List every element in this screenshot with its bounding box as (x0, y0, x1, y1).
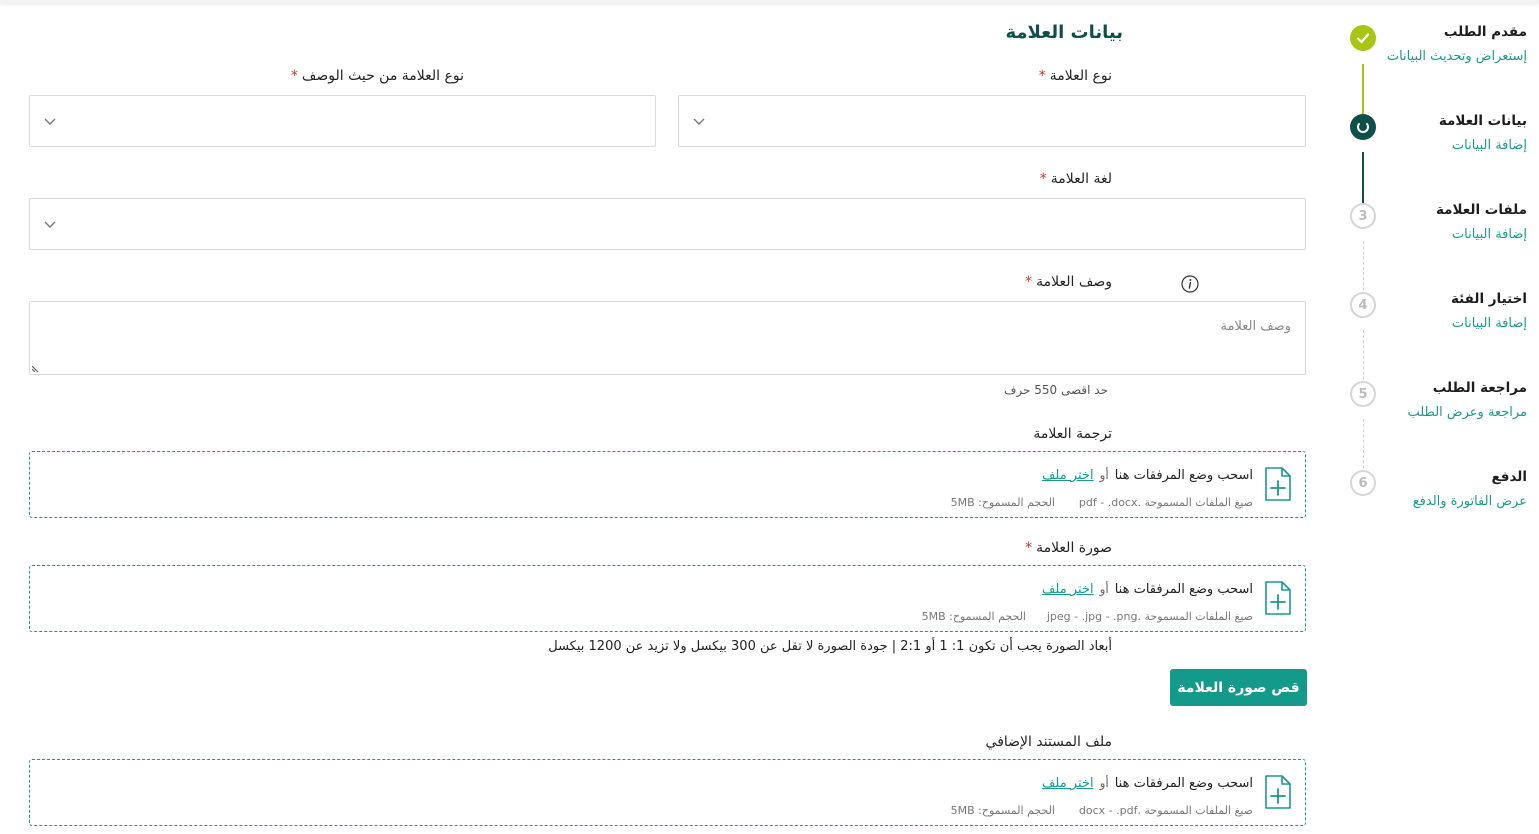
resize-grip-icon[interactable] (32, 364, 40, 372)
allowed-size: الحجم المسموح: 5MB (950, 804, 1055, 817)
step-subtitle: عرض الفاتورة والدفع (1412, 494, 1527, 509)
allowed-size: الحجم المسموح: 5MB (950, 496, 1055, 509)
extra-document-dropzone[interactable]: اسحب وضع المرفقات هناأواختر ملف صيغ المل… (29, 759, 1306, 826)
step-number: 6 (1350, 470, 1376, 496)
allowed-formats: صيغ الملفات المسموحة .docx - .pdf (1078, 804, 1253, 817)
step-title: الدفع (1491, 469, 1527, 485)
textarea-placeholder: وصف العلامة (1220, 319, 1291, 334)
step-title: مراجعة الطلب (1432, 380, 1527, 396)
translation-label: ترجمة العلامة (1033, 426, 1112, 442)
mark-description-label: وصف العلامة* (1025, 274, 1112, 290)
step-class-select[interactable]: 4 اختيار الفئة إضافة البيانات (1349, 287, 1539, 347)
dropzone-instruction: اسحب وضع المرفقات هناأواختر ملف (1041, 776, 1253, 791)
mark-image-dropzone[interactable]: اسحب وضع المرفقات هناأواختر ملف صيغ المل… (29, 565, 1306, 632)
file-plus-icon (1265, 467, 1291, 501)
required-marker: * (1038, 68, 1046, 84)
image-requirements-note: أبعاد الصورة يجب أن تكون 1: 1 أو 2:1 | ج… (548, 639, 1112, 654)
dropzone-instruction: اسحب وضع المرفقات هناأواختر ملف (1041, 468, 1253, 483)
char-limit-hint: حد اقصى 550 حرف (1003, 383, 1108, 397)
step-subtitle: إستعراض وتحديث البيانات (1386, 49, 1527, 64)
step-number: 5 (1350, 381, 1376, 407)
step-mark-data[interactable]: بيانات العلامة إضافة البيانات (1349, 109, 1539, 169)
extra-document-label: ملف المستند الإضافي (985, 734, 1112, 750)
choose-file-link[interactable]: اختر ملف (1042, 776, 1094, 791)
step-review[interactable]: 5 مراجعة الطلب مراجعة وعرض الطلب (1349, 376, 1539, 436)
allowed-size: الحجم المسموح: 5MB (921, 610, 1026, 623)
check-icon (1356, 33, 1370, 44)
step-title: مقدم الطلب (1443, 24, 1527, 40)
step-number: 4 (1350, 292, 1376, 318)
step-done-indicator (1350, 25, 1376, 51)
step-mark-files[interactable]: 3 ملفات العلامة إضافة البيانات (1349, 198, 1539, 258)
required-marker: * (1025, 274, 1033, 290)
step-title: اختيار الفئة (1450, 291, 1527, 307)
file-plus-icon (1265, 775, 1291, 809)
crop-image-button[interactable]: قص صورة العلامة (1170, 669, 1307, 706)
step-title: ملفات العلامة (1435, 202, 1527, 218)
choose-file-link[interactable]: اختر ملف (1042, 582, 1094, 597)
step-subtitle: إضافة البيانات (1451, 227, 1527, 242)
allowed-formats: صيغ الملفات المسموحة .pdf - .docx (1078, 496, 1253, 509)
info-icon[interactable] (1181, 275, 1199, 293)
chevron-down-icon (44, 221, 56, 228)
step-active-indicator (1350, 114, 1376, 140)
allowed-formats: صيغ الملفات المسموحة .jpeg - .jpg - .png (1046, 610, 1253, 623)
step-payment[interactable]: 6 الدفع عرض الفاتورة والدفع (1349, 465, 1539, 525)
chevron-down-icon (44, 118, 56, 125)
step-subtitle: إضافة البيانات (1451, 138, 1527, 153)
required-marker: * (290, 68, 298, 84)
step-applicant[interactable]: مقدم الطلب إستعراض وتحديث البيانات (1349, 20, 1539, 80)
active-ring-icon (1357, 121, 1369, 133)
step-title: بيانات العلامة (1438, 113, 1527, 129)
mark-desc-type-select[interactable] (29, 95, 656, 147)
mark-language-label: لغة العلامة* (1039, 171, 1112, 187)
choose-file-link[interactable]: اختر ملف (1042, 468, 1094, 483)
step-number: 3 (1350, 203, 1376, 229)
step-subtitle: مراجعة وعرض الطلب (1407, 405, 1527, 420)
section-title: بيانات العلامة (1005, 22, 1123, 43)
mark-desc-type-label: نوع العلامة من حيث الوصف* (290, 68, 464, 84)
mark-data-form: بيانات العلامة نوع العلامة* نوع العلامة … (0, 0, 1345, 834)
required-marker: * (1025, 540, 1033, 556)
progress-stepper: مقدم الطلب إستعراض وتحديث البيانات بيانا… (1349, 20, 1539, 540)
translation-dropzone[interactable]: اسحب وضع المرفقات هناأواختر ملف صيغ المل… (29, 451, 1306, 518)
file-plus-icon (1265, 581, 1291, 615)
dropzone-instruction: اسحب وضع المرفقات هناأواختر ملف (1041, 582, 1253, 597)
mark-type-select[interactable] (678, 95, 1306, 147)
mark-image-label: صورة العلامة* (1025, 540, 1112, 556)
mark-description-textarea[interactable]: وصف العلامة (29, 301, 1306, 375)
step-subtitle: إضافة البيانات (1451, 316, 1527, 331)
mark-language-select[interactable] (29, 198, 1306, 250)
mark-type-label: نوع العلامة* (1038, 68, 1112, 84)
chevron-down-icon (693, 118, 705, 125)
required-marker: * (1039, 171, 1047, 187)
